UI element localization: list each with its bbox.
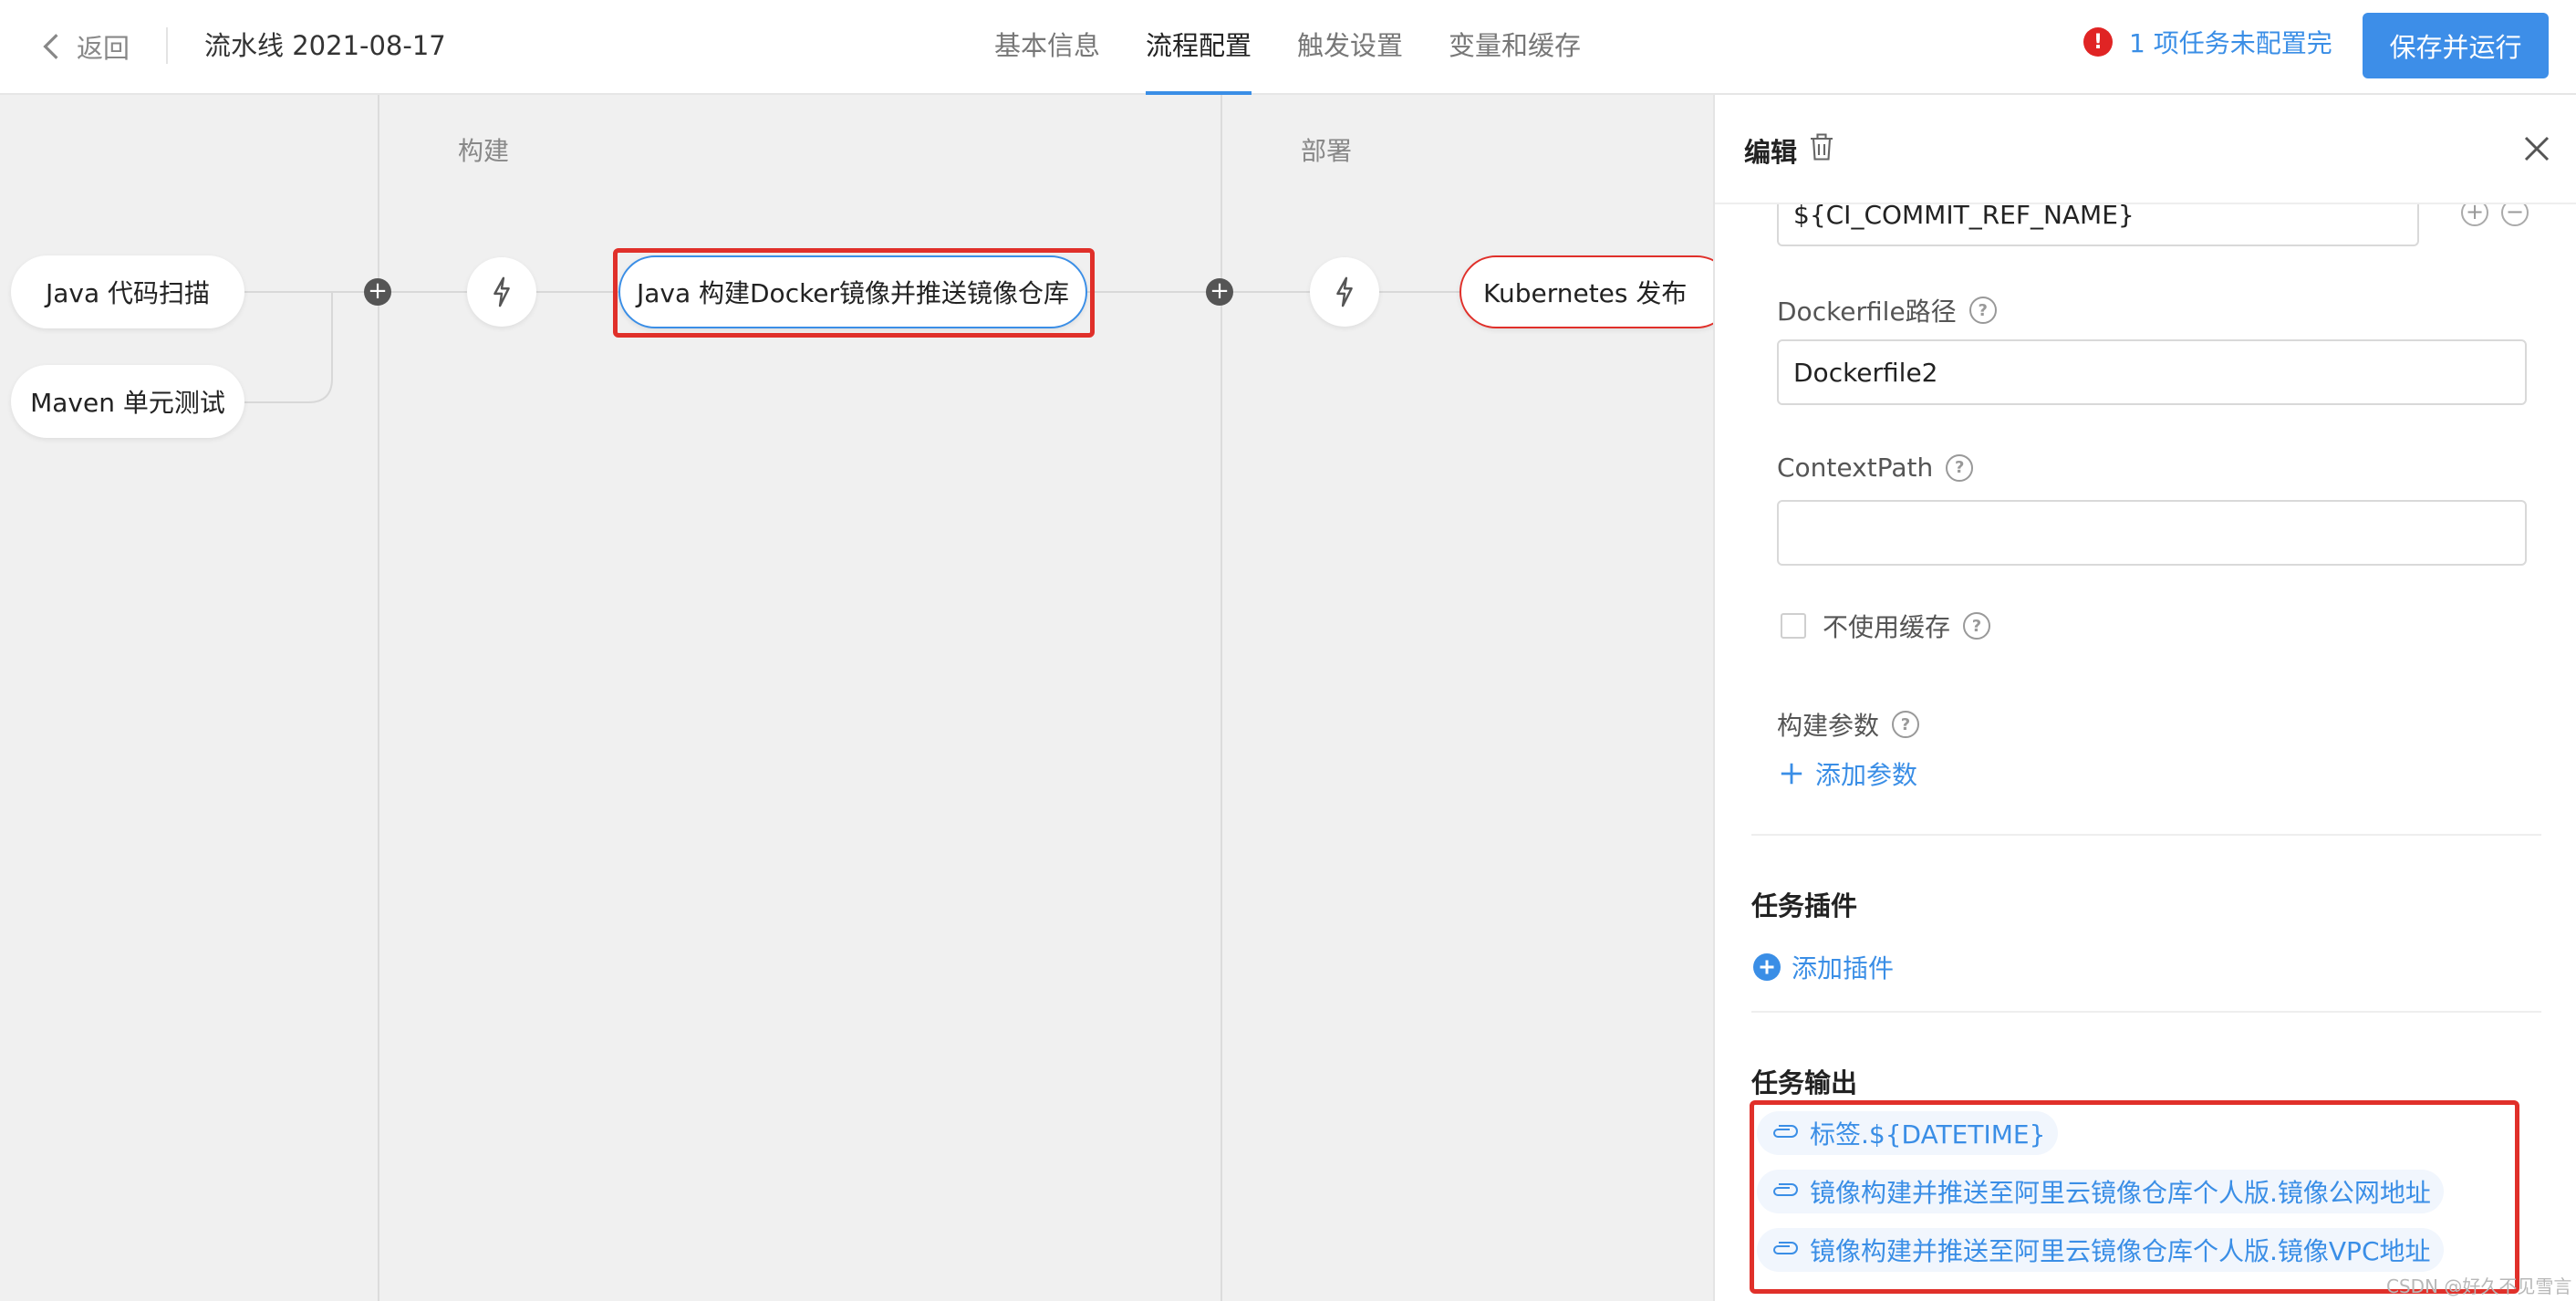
link-icon [1773,1125,1798,1138]
help-icon[interactable]: ? [1892,711,1920,738]
output-label: 镜像构建并推送至阿里云镜像仓库个人版.镜像VPC地址 [1810,1236,2431,1266]
edit-panel: 编辑 + − Dockerfile路径 ? ContextPath ? 不使用缓… [1713,95,2576,1301]
watermark: CSDN @好久不见雪言 [2386,1275,2572,1297]
unconfigured-task-warning[interactable]: ! 1 项任务未配置完 [2083,24,2332,60]
add-plugin-button[interactable]: 添加插件 [1753,949,1894,985]
output-label: 镜像构建并推送至阿里云镜像仓库个人版.镜像公网地址 [1810,1178,2431,1208]
field-label: ContextPath [1777,453,1934,483]
tab-bar: 基本信息 流程配置 触发设置 变量和缓存 [994,0,1626,95]
add-plugin-label: 添加插件 [1792,953,1895,984]
job-label: Kubernetes 发布 [1483,278,1688,308]
panel-header: 编辑 [1715,95,2576,204]
context-path-label: ContextPath ? [1777,453,1974,483]
no-cache-checkbox[interactable] [1781,613,1806,639]
help-icon[interactable]: ? [1968,297,1997,324]
context-path-input[interactable] [1777,500,2527,566]
output-item[interactable]: 镜像构建并推送至阿里云镜像仓库个人版.镜像VPC地址 [1757,1228,2444,1272]
job-java-docker-build[interactable]: Java 构建Docker镜像并推送镜像仓库 [618,255,1087,328]
link-icon [1773,1242,1798,1254]
add-stage-button[interactable]: + [364,278,391,306]
trash-icon[interactable] [1808,131,1835,162]
field-label: Dockerfile路径 [1777,297,1957,327]
stage-divider [378,95,379,1301]
tab-variables-cache[interactable]: 变量和缓存 [1449,0,1581,95]
tab-trigger-settings[interactable]: 触发设置 [1297,0,1403,95]
add-param-label: 添加参数 [1815,760,1918,790]
branch-connector [244,291,333,403]
lightning-icon [1336,276,1353,307]
page-title: 流水线 2021-08-17 [204,30,446,61]
field-label: 不使用缓存 [1823,612,1951,642]
field-label: 构建参数 [1777,711,1880,741]
divider [1751,1011,2541,1013]
back-label: 返回 [77,33,130,64]
plus-circle-icon [1753,953,1781,981]
divider [166,27,168,64]
add-stage-button[interactable]: + [1206,278,1233,306]
job-label: Maven 单元测试 [30,388,225,418]
chevron-left-icon [43,34,58,59]
stage-trigger-deploy[interactable] [1310,257,1379,327]
top-bar: 返回 流水线 2021-08-17 基本信息 流程配置 触发设置 变量和缓存 !… [0,0,2576,95]
alert-icon: ! [2083,27,2113,57]
task-outputs-title: 任务输出 [1751,1067,1858,1098]
help-icon[interactable]: ? [1946,453,1974,482]
save-and-run-button[interactable]: 保存并运行 [2363,13,2549,78]
tab-flow-config[interactable]: 流程配置 [1146,0,1252,95]
job-label: Java 代码扫描 [45,278,211,308]
stage-label-build: 构建 [458,136,510,166]
job-kubernetes-deploy[interactable]: Kubernetes 发布 [1459,255,1733,328]
no-cache-label: 不使用缓存 ? [1823,608,1991,644]
job-maven-unit-test[interactable]: Maven 单元测试 [11,365,244,438]
divider [1751,834,2541,836]
task-plugins-title: 任务插件 [1751,890,1858,921]
stage-divider [1220,95,1222,1301]
link-icon [1773,1183,1798,1196]
plus-icon [1781,763,1802,785]
panel-title: 编辑 [1744,137,1798,168]
output-item[interactable]: 标签.${DATETIME} [1757,1111,2059,1155]
back-button[interactable]: 返回 [40,24,130,69]
job-label: Java 构建Docker镜像并推送镜像仓库 [636,278,1070,308]
close-icon[interactable] [2523,135,2550,162]
stage-label-deploy: 部署 [1301,136,1353,166]
dockerfile-path-input[interactable] [1777,339,2527,405]
pipeline-canvas: 构建 部署 Java 代码扫描 Maven 单元测试 + + Java 构建Do… [0,95,1733,1301]
help-icon[interactable]: ? [1963,612,1991,640]
add-param-button[interactable]: 添加参数 [1779,755,1917,792]
warning-text: 1 项任务未配置完 [2129,28,2332,58]
output-label: 标签.${DATETIME} [1810,1119,2046,1150]
output-item[interactable]: 镜像构建并推送至阿里云镜像仓库个人版.镜像公网地址 [1757,1170,2444,1213]
lightning-icon [493,276,510,307]
build-args-label: 构建参数 ? [1777,706,1920,743]
stage-trigger-build[interactable] [467,257,536,327]
tab-basic-info[interactable]: 基本信息 [994,0,1100,95]
job-java-code-scan[interactable]: Java 代码扫描 [11,255,244,328]
dockerfile-path-label: Dockerfile路径 ? [1777,292,1997,328]
